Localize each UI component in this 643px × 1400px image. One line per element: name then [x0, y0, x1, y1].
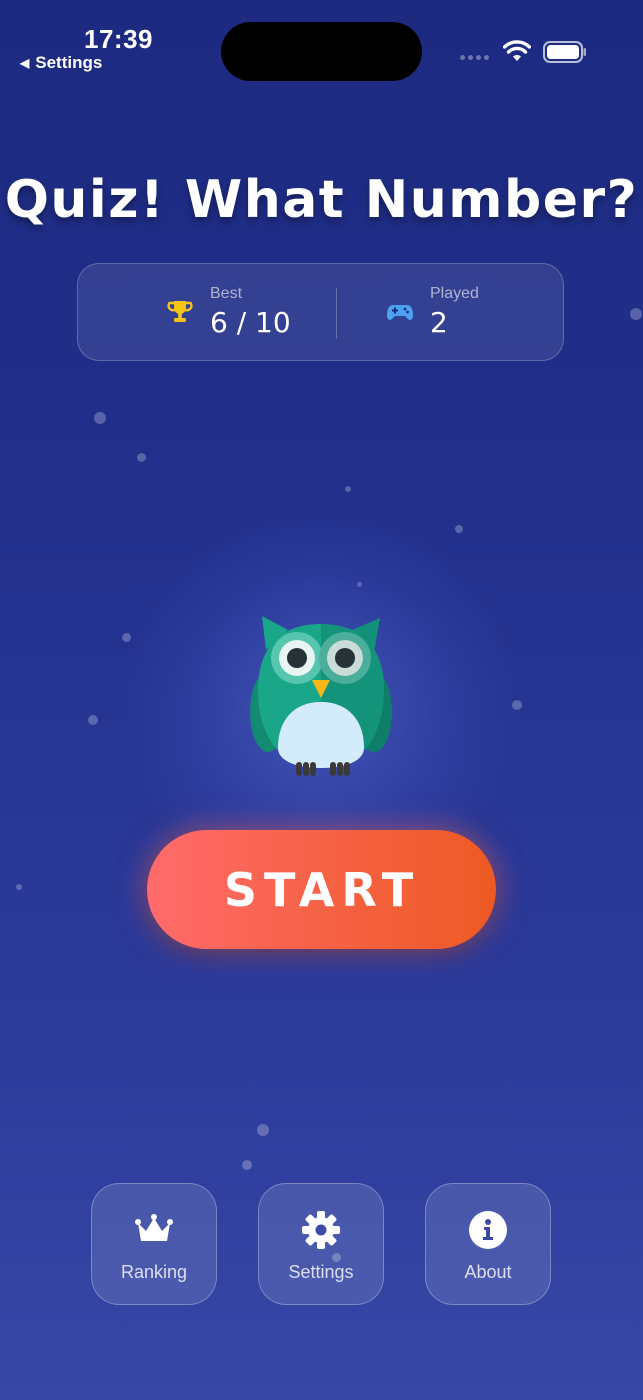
back-arrow-icon: ◀ — [20, 56, 30, 70]
start-button[interactable]: START — [147, 830, 496, 949]
about-label: About — [464, 1262, 512, 1282]
trophy-icon — [167, 301, 193, 322]
played-value: 2 — [430, 306, 448, 339]
page-title: Quiz! What Number? — [4, 170, 639, 230]
played-label: Played — [430, 285, 479, 302]
stats-card: Best 6 / 10 Played 2 — [77, 263, 564, 361]
best-label: Best — [210, 285, 243, 302]
background-particle — [16, 884, 22, 890]
gear-icon — [302, 1211, 340, 1249]
best-score-stat: Best 6 / 10 — [166, 284, 291, 340]
background-particle — [257, 1124, 269, 1136]
background-particle — [137, 453, 146, 462]
background-particle — [94, 412, 106, 424]
played-count-stat: Played 2 — [386, 284, 479, 340]
wifi-icon — [503, 40, 531, 61]
status-time: 17:39 — [84, 24, 153, 54]
settings-label: Settings — [288, 1262, 354, 1282]
background-particle — [122, 633, 131, 642]
ranking-button[interactable]: Ranking — [91, 1183, 217, 1305]
gamepad-icon — [387, 305, 413, 320]
back-to-settings-link[interactable]: ◀ Settings — [20, 53, 102, 73]
about-button[interactable]: About — [425, 1183, 551, 1305]
background-particle — [345, 486, 351, 492]
background-particle — [88, 715, 98, 725]
stats-divider — [336, 288, 337, 339]
back-link-label: Settings — [35, 53, 103, 72]
info-icon — [469, 1211, 507, 1249]
dynamic-island — [221, 22, 422, 81]
cellular-signal-icon — [460, 55, 489, 60]
ranking-label: Ranking — [120, 1262, 188, 1282]
home-screen: 17:39 ◀ Settings Quiz! What Number? Best… — [0, 0, 643, 1400]
background-particle — [242, 1160, 252, 1170]
crown-icon — [135, 1214, 173, 1241]
settings-button[interactable]: Settings — [258, 1183, 384, 1305]
background-particle — [455, 525, 463, 533]
battery-icon — [543, 41, 586, 63]
owl-icon — [250, 616, 392, 776]
best-value: 6 / 10 — [210, 306, 291, 339]
background-particle — [630, 308, 642, 320]
